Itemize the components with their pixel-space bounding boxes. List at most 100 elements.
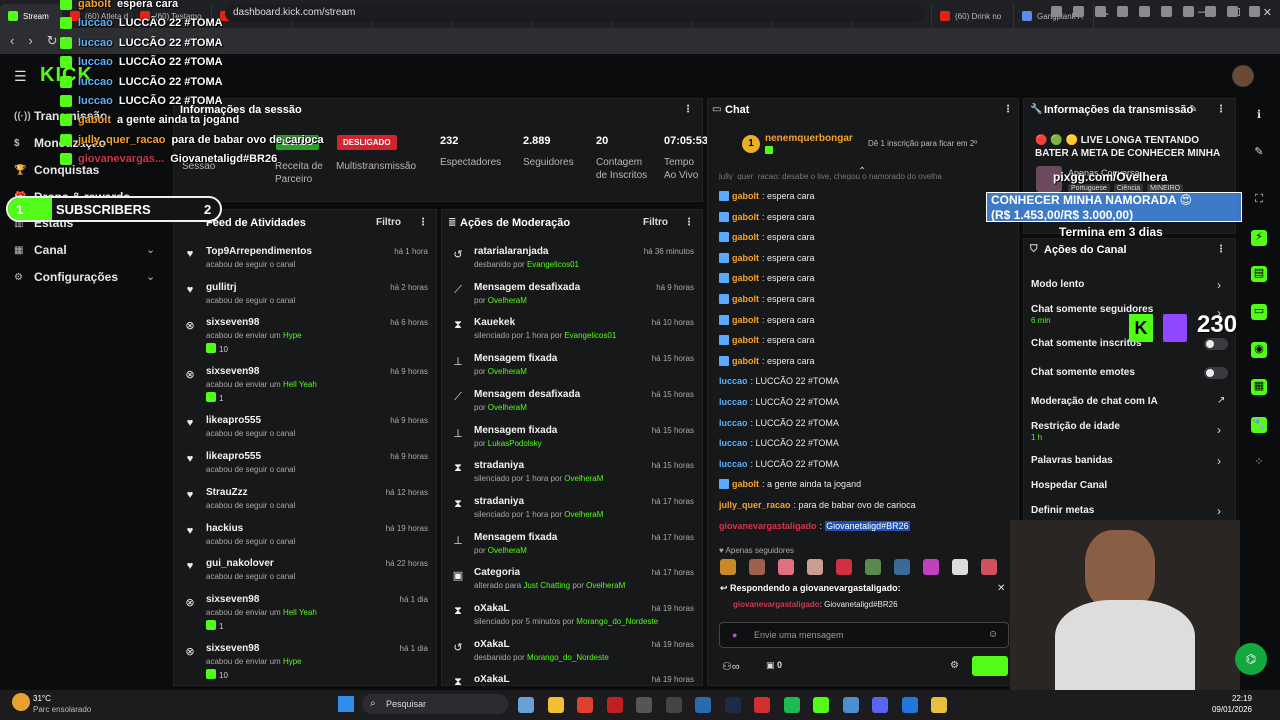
moderation-actor[interactable]: Evangelicos01 [527, 260, 579, 269]
list-item[interactable]: ⟋ Mensagem desafixada há 9 horas por Ovelhe… [442, 280, 702, 316]
more-icon[interactable]: ⋮ [418, 217, 428, 228]
app-icon[interactable] [695, 697, 711, 713]
emote-icon[interactable] [778, 559, 794, 575]
chat-username[interactable]: jully_quer_racao [719, 500, 791, 510]
list-item[interactable]: ↺ ratarialaranjada há 36 minutos desbanido … [442, 244, 702, 280]
extension-icon[interactable] [1227, 6, 1238, 17]
channel-action[interactable]: Chat somente inscritos [1031, 338, 1142, 349]
forward-icon[interactable]: › [28, 33, 32, 49]
terminal-icon[interactable] [636, 697, 652, 713]
chat-input[interactable]: ● Envie uma mensagem ☺ [719, 622, 1009, 648]
chevron-right-icon[interactable]: › [1217, 423, 1221, 437]
list-item[interactable]: ⧗ stradaniya há 17 horas silenciado por 1 h… [442, 494, 702, 530]
broadcast-icon[interactable]: ◉ [1251, 342, 1267, 358]
chat-username[interactable]: gabolt [732, 356, 759, 366]
chat-username[interactable]: gabolt [732, 294, 759, 304]
reload-icon[interactable]: ↻ [47, 33, 58, 49]
chat-users-icon[interactable]: ⚇∞ [722, 660, 740, 673]
avatar[interactable] [1232, 65, 1254, 87]
chat-username[interactable]: gabolt [732, 212, 759, 222]
chat-settings-icon[interactable]: ⚙ [950, 660, 959, 671]
list-item[interactable]: ⊥ Mensagem fixada há 15 horas por LukasPodo… [442, 423, 702, 459]
chevron-right-icon[interactable]: › [1217, 278, 1221, 292]
obs-icon[interactable] [665, 697, 682, 713]
moderation-actor[interactable]: OvelheraM [488, 367, 527, 376]
chat-username[interactable]: gabolt [732, 273, 759, 283]
list-item[interactable]: ⧗ Kauekek há 10 horas silenciado por 1 hora… [442, 315, 702, 351]
moderation-actor[interactable]: LukasPodolsky [488, 439, 542, 448]
chevron-down-icon[interactable]: ⌄ [146, 270, 155, 283]
extension-icon[interactable] [1139, 6, 1150, 17]
emote-icon[interactable] [894, 559, 910, 575]
sidebar-item-canal[interactable]: ▦ Canal [14, 243, 67, 257]
moderation-actor[interactable]: OvelheraM [488, 403, 527, 412]
send-button[interactable] [972, 656, 1008, 676]
list-item[interactable]: ♥ gullitrj há 2 horas acabou de seguir o ca… [174, 280, 436, 314]
channel-action[interactable]: Chat somente emotes [1031, 367, 1135, 378]
chat-username[interactable]: luccao [719, 438, 748, 448]
extension-icon[interactable] [1205, 6, 1216, 17]
toggle-switch[interactable] [1204, 367, 1228, 379]
activity-user[interactable]: likeapro555 [206, 415, 261, 426]
list-item[interactable]: ⊗ sixseven98 há 9 horas acabou de enviar um… [174, 364, 436, 410]
moderation-actor[interactable]: Evangelicos01 [564, 331, 616, 340]
more-icon[interactable]: ⋮ [1003, 104, 1013, 115]
notes-icon[interactable] [842, 697, 859, 713]
toggle-switch[interactable] [1204, 338, 1228, 350]
info-icon[interactable]: ℹ [1251, 108, 1267, 124]
clock-time[interactable]: 22:19 [1230, 694, 1252, 703]
back-icon[interactable]: ‹ [10, 33, 14, 49]
more-icon[interactable]: ⋮ [1216, 104, 1226, 115]
chevron-down-icon[interactable]: ⌄ [146, 243, 155, 256]
browser-tab[interactable]: Stream [0, 4, 62, 28]
activity-user[interactable]: likeapro555 [206, 451, 261, 462]
browser-tab[interactable]: (60) Drink no [932, 4, 1014, 28]
chat-username[interactable]: luccao [719, 397, 748, 407]
discord-icon[interactable] [872, 697, 888, 713]
list-item[interactable]: ⊗ sixseven98 há 1 dia acabou de enviar um H… [174, 641, 436, 685]
list-item[interactable]: ♥ gui_nakolover há 22 horas acabou de segui… [174, 556, 436, 590]
clipboard-icon[interactable]: ▤ [1251, 266, 1267, 282]
channel-action[interactable]: Hospedar Canal [1031, 480, 1107, 491]
moderation-actor[interactable]: Just Chatting [523, 581, 570, 590]
list-item[interactable]: ⊥ Mensagem fixada há 17 horas por OvelheraM [442, 530, 702, 566]
kick-icon[interactable] [813, 697, 829, 713]
chat-username[interactable]: gabolt [732, 232, 759, 242]
brave-icon[interactable] [754, 697, 770, 713]
activity-user[interactable]: sixseven98 [206, 317, 259, 328]
file-explorer-icon[interactable] [547, 697, 564, 713]
moderation-actor[interactable]: Morango_do_Nordeste [527, 653, 609, 662]
steam-icon[interactable] [724, 697, 741, 713]
emote-icon[interactable] [981, 559, 997, 575]
list-item[interactable]: ▣ Categoria há 17 horas alterado para Just … [442, 565, 702, 601]
list-item[interactable]: ⊥ Mensagem fixada há 15 horas por OvelheraM [442, 351, 702, 387]
chat-username[interactable]: gabolt [732, 191, 759, 201]
weather-desc[interactable]: Parc ensolarado [33, 705, 91, 714]
external-link-icon[interactable]: ↗ [1217, 395, 1225, 406]
more-icon[interactable]: ⋮ [1216, 244, 1226, 255]
chat-username[interactable]: gabolt [732, 315, 759, 325]
list-item[interactable]: ⟋ Mensagem desafixada há 15 horas por Ovelh… [442, 387, 702, 423]
emote-icon[interactable] [952, 559, 968, 575]
weather-temp[interactable]: 31°C [33, 694, 51, 703]
chrome-icon[interactable] [577, 697, 593, 713]
channel-action[interactable]: Palavras banidas [1031, 455, 1113, 466]
moderation-actor[interactable]: OvelheraM [564, 510, 603, 519]
activity-user[interactable]: Top9Arrependimentos [206, 246, 312, 257]
wrench-icon[interactable]: 🔧 [1251, 417, 1267, 433]
app-icon[interactable] [931, 697, 947, 713]
activity-user[interactable]: gullitrj [206, 282, 237, 293]
moderation-actor[interactable]: OvelheraM [488, 546, 527, 555]
support-icon[interactable]: ⌬ [1235, 643, 1267, 675]
expand-icon[interactable]: ⛶ [1251, 193, 1267, 209]
chat-username[interactable]: gabolt [732, 253, 759, 263]
lightning-icon[interactable]: ⚡ [1251, 230, 1267, 246]
apps-icon[interactable]: ⁘ [1251, 455, 1267, 471]
list-item[interactable]: ⊗ sixseven98 há 6 horas acabou de enviar um… [174, 315, 436, 361]
chat-username[interactable]: gabolt [732, 479, 759, 489]
sidebar-item-configuracoes[interactable]: ⚙ Configurações [14, 270, 118, 284]
activity-user[interactable]: sixseven98 [206, 366, 259, 377]
emote-icon[interactable] [865, 559, 881, 575]
emote-icon[interactable] [720, 559, 736, 575]
spotify-icon[interactable] [783, 697, 800, 713]
